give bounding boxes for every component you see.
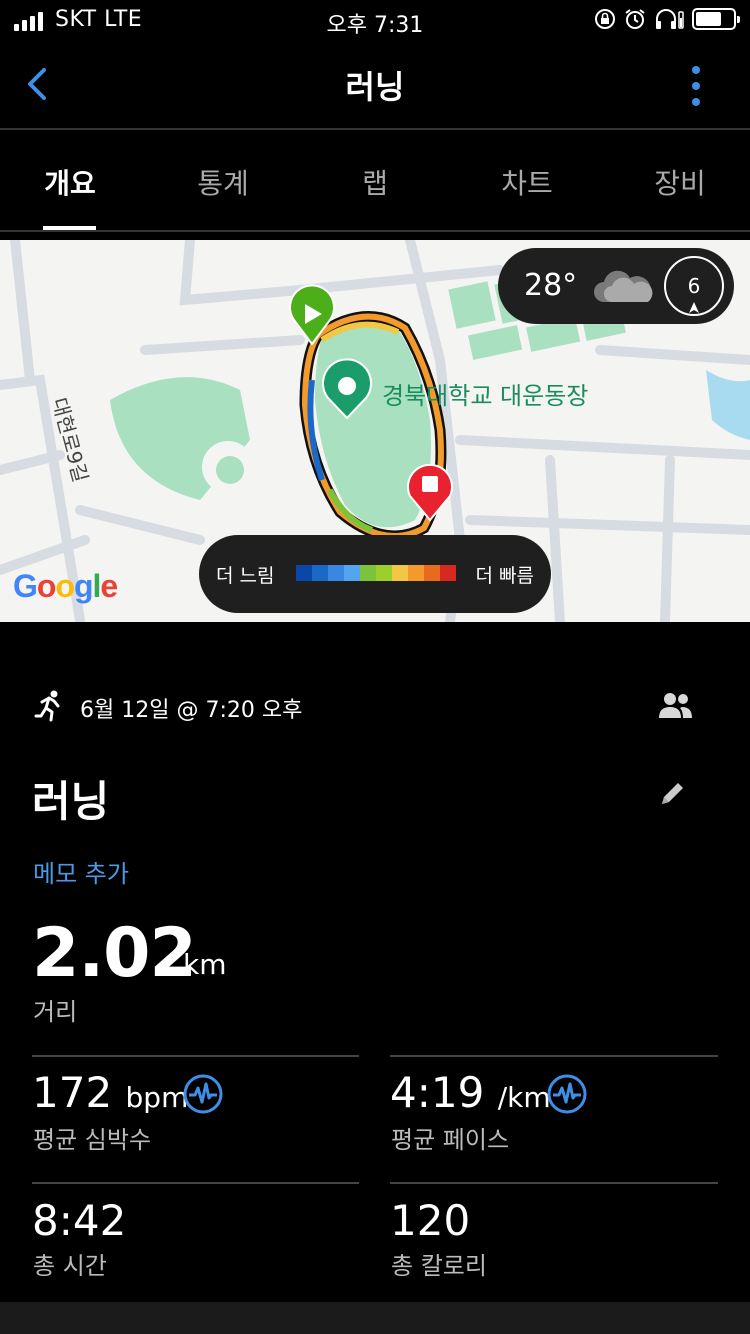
wind-direction-icon bbox=[689, 302, 699, 313]
pace-color-swatch bbox=[392, 565, 408, 581]
cloud-icon bbox=[594, 270, 653, 302]
divider bbox=[32, 1055, 359, 1057]
pace-color-swatch bbox=[408, 565, 424, 581]
tab-laps[interactable]: 랩 bbox=[315, 162, 435, 202]
divider bbox=[390, 1055, 718, 1057]
activity-date: 6월 12일 @ 7:20 오후 bbox=[80, 698, 303, 723]
tab-stats[interactable]: 통계 bbox=[163, 162, 283, 202]
pace-color-scale bbox=[296, 565, 456, 581]
heart-rate-stat: 172 bpm bbox=[32, 1068, 188, 1117]
activity-title: 러닝 bbox=[32, 777, 110, 826]
legend-faster-label: 더 빠름 bbox=[475, 565, 534, 587]
divider bbox=[390, 1182, 718, 1184]
bottom-section bbox=[0, 1302, 750, 1334]
pace-unit: /km bbox=[497, 1081, 551, 1114]
pace-color-swatch bbox=[376, 565, 392, 581]
distance-label: 거리 bbox=[33, 998, 78, 1026]
pace-color-swatch bbox=[328, 565, 344, 581]
headphones-icon bbox=[656, 9, 684, 29]
total-calories-label: 총 칼로리 bbox=[391, 1252, 487, 1280]
pace-legend: 더 느림 더 빠름 bbox=[199, 535, 551, 613]
battery-icon bbox=[692, 8, 740, 30]
participants-icon[interactable] bbox=[658, 690, 694, 720]
status-bar: SKT LTE 오후 7:31 bbox=[0, 0, 750, 40]
divider bbox=[32, 1182, 359, 1184]
activity-meta: 6월 12일 @ 7:20 오후 bbox=[34, 688, 724, 728]
pace-color-swatch bbox=[360, 565, 376, 581]
pace-color-swatch bbox=[440, 565, 456, 581]
total-time-label: 총 시간 bbox=[33, 1252, 107, 1280]
weather-temperature: 28° bbox=[524, 268, 578, 303]
running-icon bbox=[34, 690, 60, 722]
pace-zone-icon[interactable] bbox=[547, 1074, 587, 1114]
page-title: 러닝 bbox=[345, 68, 405, 106]
alarm-icon bbox=[625, 9, 645, 29]
rotation-lock-icon bbox=[595, 9, 615, 29]
add-memo-link[interactable]: 메모 추가 bbox=[33, 854, 129, 889]
heart-rate-value: 172 bbox=[32, 1068, 113, 1117]
active-tab-indicator bbox=[43, 226, 96, 230]
pace-stat: 4:19 /km bbox=[390, 1068, 551, 1117]
google-logo: Google bbox=[13, 568, 118, 604]
pace-label: 평균 페이스 bbox=[391, 1126, 510, 1154]
edit-pencil-icon[interactable] bbox=[658, 778, 688, 808]
pace-color-swatch bbox=[312, 565, 328, 581]
nav-bar: 러닝 bbox=[0, 40, 750, 130]
place-label: 경북대학교 대운동장 bbox=[382, 382, 588, 410]
pace-color-swatch bbox=[296, 565, 312, 581]
total-calories-value: 120 bbox=[390, 1196, 471, 1245]
heart-rate-unit: bpm bbox=[125, 1081, 189, 1114]
tab-overview[interactable]: 개요 bbox=[10, 162, 130, 202]
pace-color-swatch bbox=[344, 565, 360, 581]
heart-rate-zone-icon[interactable] bbox=[183, 1074, 223, 1114]
more-options-icon[interactable] bbox=[692, 66, 700, 106]
pace-color-swatch bbox=[424, 565, 440, 581]
heart-rate-label: 평균 심박수 bbox=[33, 1126, 152, 1154]
wind-speed: 6 bbox=[687, 274, 701, 298]
tab-charts[interactable]: 차트 bbox=[467, 162, 587, 202]
distance-unit: km bbox=[183, 948, 227, 981]
legend-slower-label: 더 느림 bbox=[216, 565, 275, 587]
weather-badge: 28° 6 bbox=[498, 248, 734, 324]
status-icons bbox=[594, 8, 740, 30]
distance-value: 2.02 bbox=[32, 914, 197, 993]
tab-bar: 개요 통계 랩 차트 장비 bbox=[0, 132, 750, 232]
pace-value: 4:19 bbox=[390, 1068, 485, 1117]
total-time-value: 8:42 bbox=[32, 1196, 127, 1245]
tab-gear[interactable]: 장비 bbox=[620, 162, 740, 202]
